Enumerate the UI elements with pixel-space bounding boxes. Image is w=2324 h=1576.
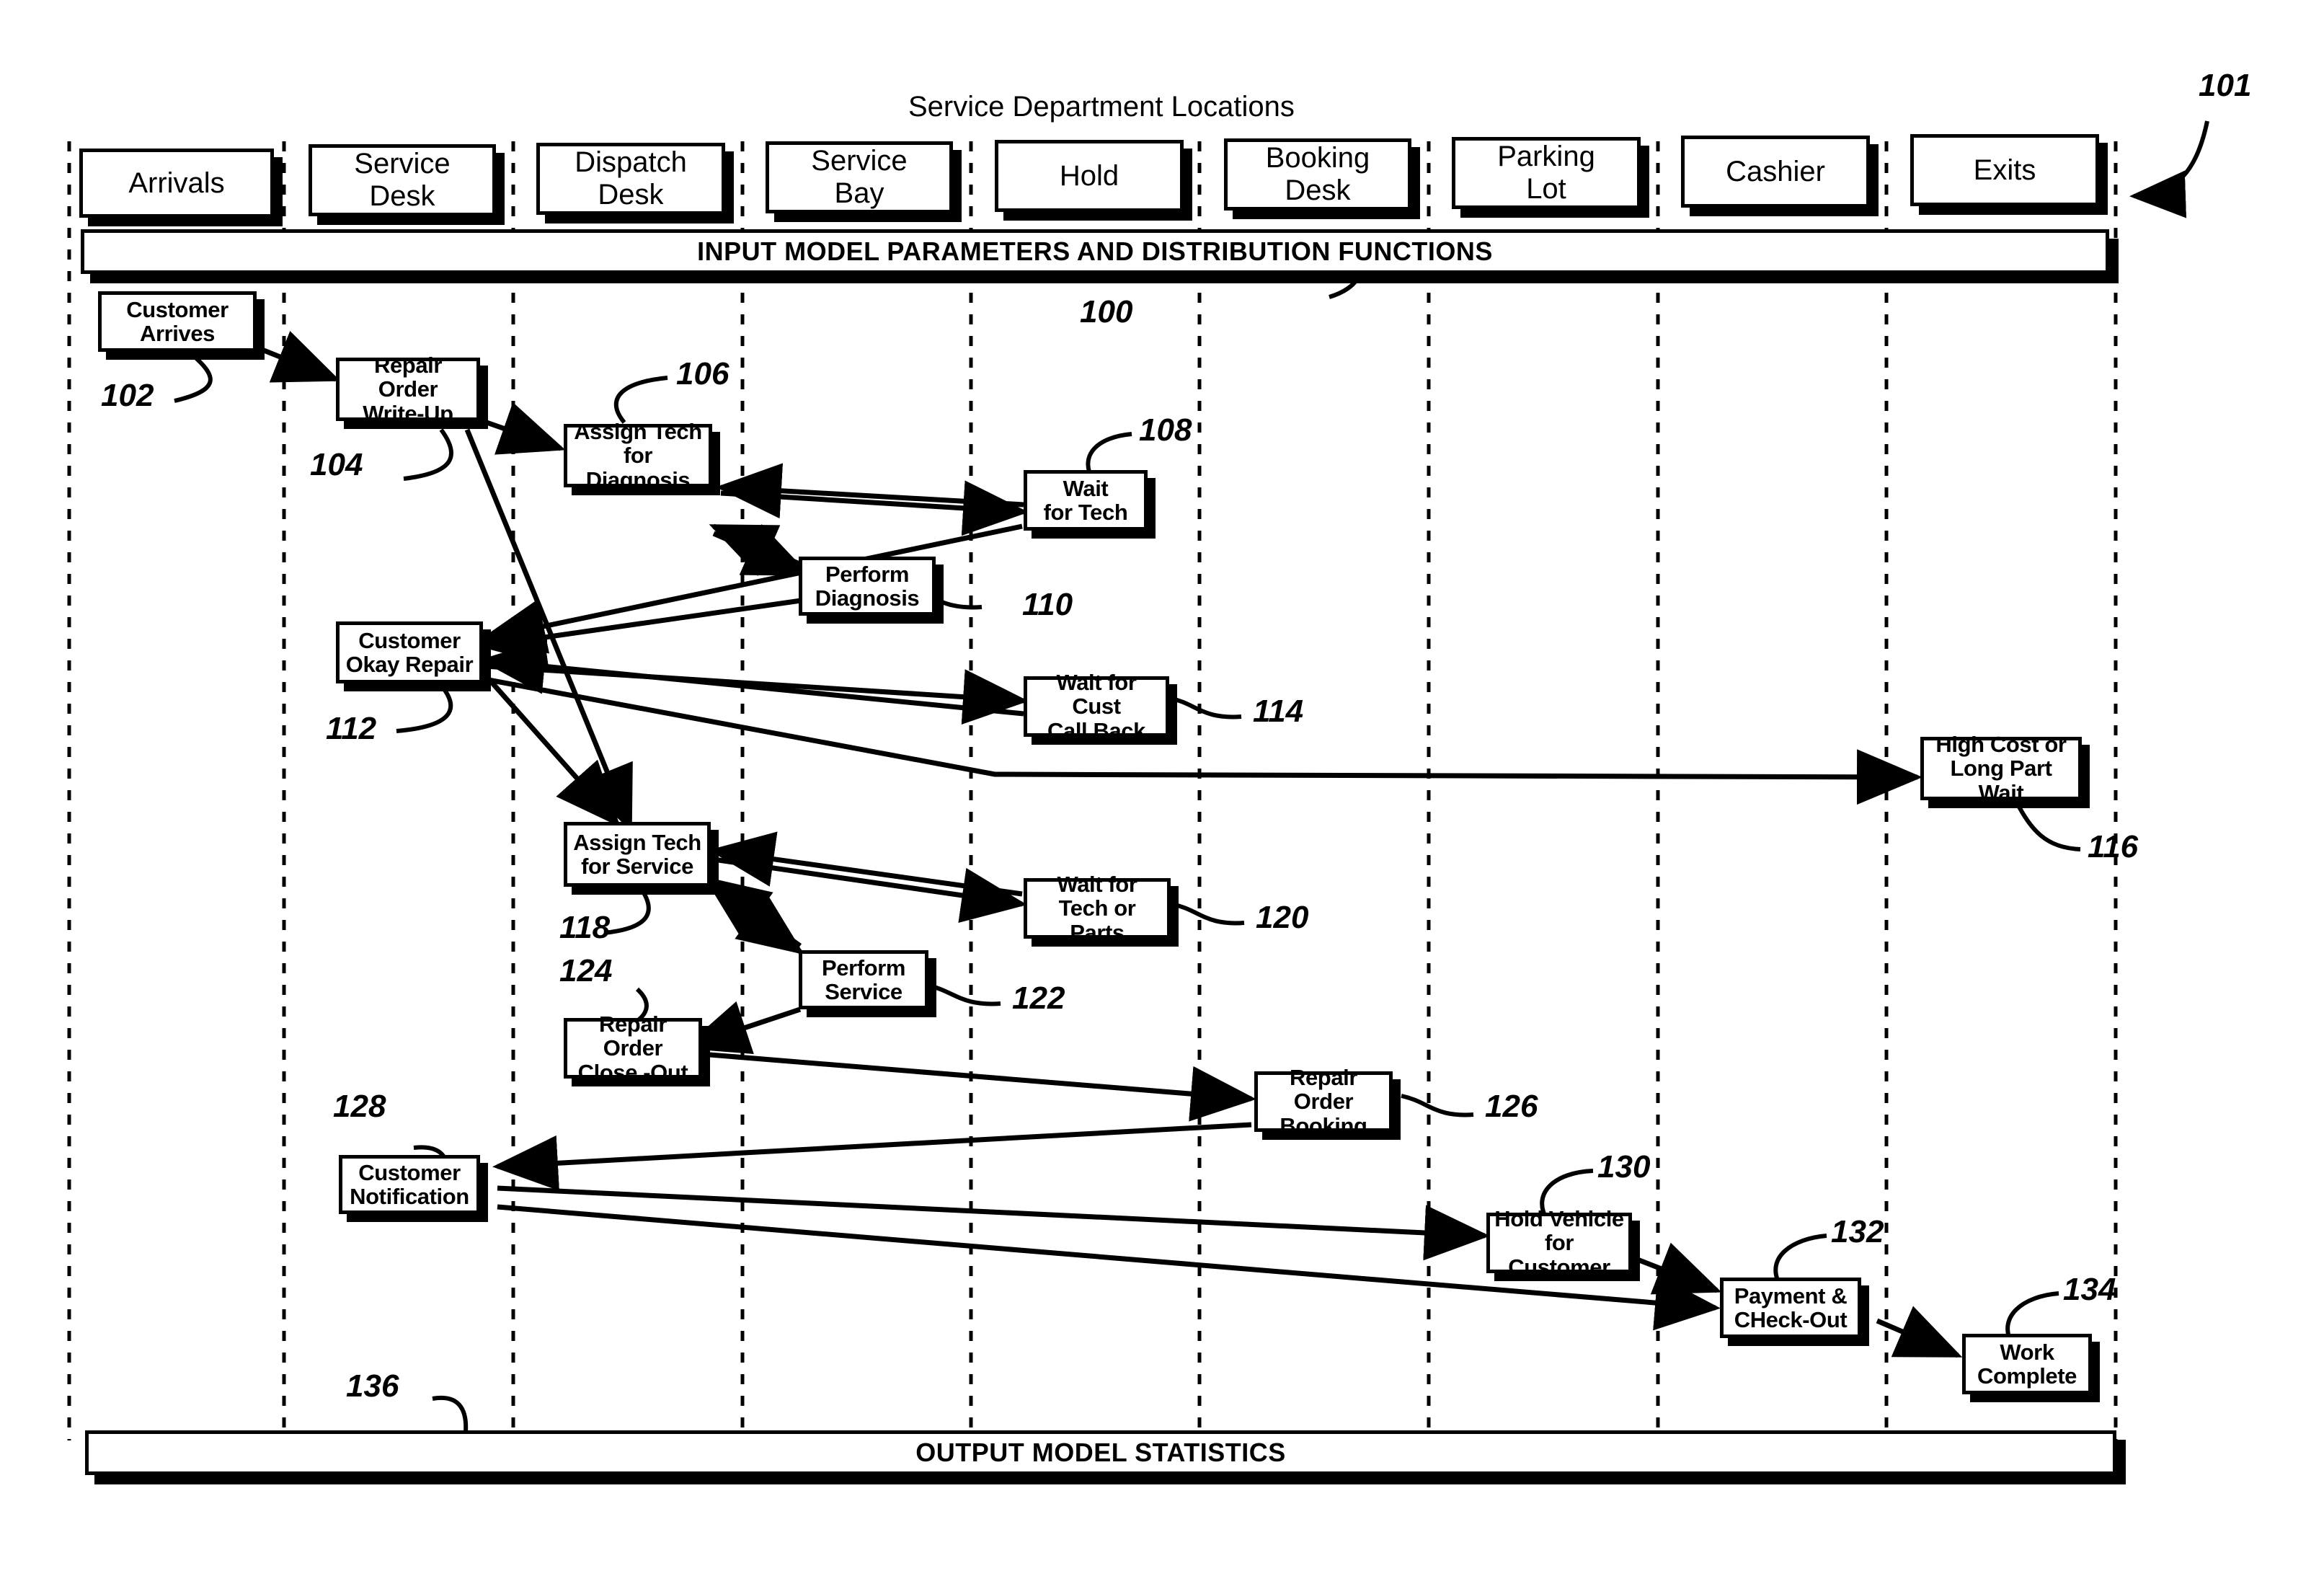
node-label: Customer Notification: [350, 1159, 469, 1209]
node-assign-tech-for-diagnosis[interactable]: Assign Tech for Diagnosis: [564, 419, 712, 492]
node-repair-order-close-out[interactable]: Repair Order Close -Out: [564, 1011, 702, 1084]
node-label: Wait for Tech or Parts: [1057, 871, 1137, 945]
location-label: Arrivals: [128, 167, 225, 199]
ref-114: 114: [1253, 694, 1304, 729]
node-label: Perform Service: [821, 955, 906, 1004]
location-header-service-bay[interactable]: Service Bay: [766, 141, 953, 213]
ref-102: 102: [101, 378, 154, 413]
input-parameters-banner[interactable]: INPUT MODEL PARAMETERS AND DISTRIBUTION …: [81, 229, 2109, 274]
ref-106: 106: [676, 356, 729, 391]
node-label: Wait for Cust Call Back: [1047, 669, 1145, 743]
location-header-hold[interactable]: Hold: [995, 140, 1184, 212]
node-work-complete[interactable]: Work Complete: [1962, 1334, 2092, 1394]
location-header-service-desk[interactable]: Service Desk: [309, 144, 496, 216]
location-label: Booking Desk: [1265, 142, 1370, 206]
ref-122: 122: [1012, 980, 1065, 1016]
node-label: High Cost or Long Part Wait: [1935, 731, 2067, 805]
ref-130: 130: [1597, 1149, 1651, 1185]
ref-116: 116: [2088, 829, 2139, 864]
location-header-arrivals[interactable]: Arrivals: [79, 149, 274, 218]
node-wait-for-tech-or-parts[interactable]: Wait for Tech or Parts: [1024, 872, 1171, 944]
node-repair-order-booking[interactable]: Repair Order Booking: [1254, 1065, 1393, 1138]
location-header-dispatch-desk[interactable]: Dispatch Desk: [536, 143, 725, 215]
ref-104: 104: [310, 447, 363, 482]
node-repair-order-write-up[interactable]: Repair Order Write-Up: [336, 353, 480, 425]
node-label: Hold Vehicle for Customer: [1494, 1205, 1624, 1280]
patent-figure: Service Department Locations 101 Arrival…: [0, 0, 2324, 1576]
node-wait-for-cust-call-back[interactable]: Wait for Cust Call Back: [1024, 670, 1169, 743]
location-label: Dispatch Desk: [575, 146, 687, 211]
node-label: Assign Tech for Diagnosis: [574, 418, 702, 492]
ref-112: 112: [326, 711, 377, 746]
ref-124: 124: [559, 953, 613, 988]
location-header-booking-desk[interactable]: Booking Desk: [1224, 138, 1411, 211]
ref-132: 132: [1831, 1214, 1884, 1249]
node-label: Assign Tech for Service: [573, 829, 701, 879]
ref-136: 136: [346, 1368, 399, 1404]
node-label: Repair Order Booking: [1279, 1064, 1367, 1138]
node-customer-notification[interactable]: Customer Notification: [339, 1155, 480, 1214]
input-banner-label: INPUT MODEL PARAMETERS AND DISTRIBUTION …: [697, 236, 1493, 266]
ref-100: 100: [1080, 294, 1133, 329]
location-label: Parking Lot: [1497, 141, 1595, 205]
location-header-exits[interactable]: Exits: [1910, 134, 2099, 206]
node-label: Repair Order Close -Out: [577, 1011, 688, 1085]
node-label: Payment & CHeck-Out: [1734, 1283, 1848, 1332]
location-label: Service Desk: [354, 148, 451, 212]
output-statistics-banner[interactable]: OUTPUT MODEL STATISTICS: [85, 1430, 2116, 1475]
output-banner-label: OUTPUT MODEL STATISTICS: [915, 1438, 1286, 1467]
ref-134: 134: [2063, 1272, 2116, 1307]
location-label: Hold: [1059, 159, 1119, 192]
location-label: Service Bay: [811, 145, 908, 209]
leader-101: [2129, 120, 2209, 218]
location-header-cashier[interactable]: Cashier: [1681, 136, 1870, 208]
swimlane-dividers: [67, 141, 2118, 1440]
ref-118: 118: [559, 910, 611, 945]
node-label: Wait for Tech: [1043, 475, 1128, 525]
node-label: Customer Arrives: [126, 296, 229, 346]
node-wait-for-tech[interactable]: Wait for Tech: [1024, 470, 1148, 531]
node-label: Repair Order Write-Up: [363, 352, 453, 426]
ref-110: 110: [1022, 587, 1073, 622]
node-perform-service[interactable]: Perform Service: [799, 950, 928, 1009]
location-label: Cashier: [1726, 155, 1825, 187]
node-assign-tech-for-service[interactable]: Assign Tech for Service: [564, 822, 711, 887]
ref-108: 108: [1139, 412, 1192, 448]
location-header-parking-lot[interactable]: Parking Lot: [1452, 137, 1641, 209]
ref-120: 120: [1256, 900, 1309, 935]
node-payment-check-out[interactable]: Payment & CHeck-Out: [1720, 1278, 1861, 1338]
figure-title: Service Department Locations: [908, 91, 1295, 123]
node-label: Work Complete: [1977, 1339, 2077, 1389]
location-label: Exits: [1973, 154, 2036, 186]
ref-128: 128: [333, 1089, 386, 1124]
figure-ref-101: 101: [2199, 68, 2252, 103]
node-high-cost-or-long-part-wait[interactable]: High Cost or Long Part Wait: [1920, 732, 2082, 805]
node-perform-diagnosis[interactable]: Perform Diagnosis: [799, 557, 936, 616]
ref-126: 126: [1485, 1089, 1538, 1124]
node-label: Perform Diagnosis: [815, 561, 920, 611]
node-customer-arrives[interactable]: Customer Arrives: [98, 291, 257, 352]
node-customer-okay-repair[interactable]: Customer Okay Repair: [336, 621, 483, 683]
node-label: Customer Okay Repair: [345, 627, 474, 677]
node-hold-vehicle-for-customer[interactable]: Hold Vehicle for Customer: [1486, 1206, 1632, 1279]
